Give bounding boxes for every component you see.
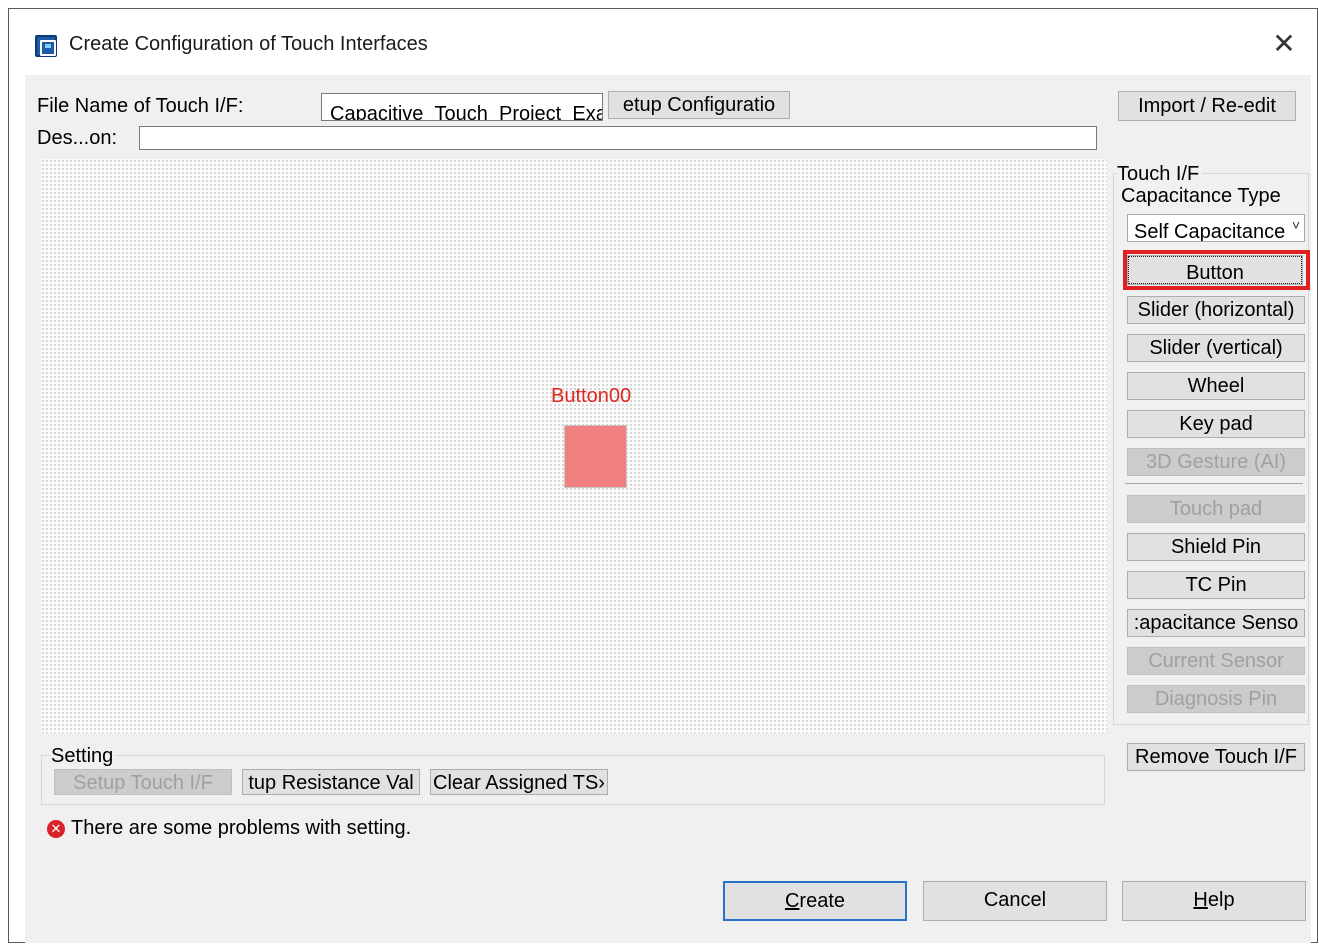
status-message: There are some problems with setting. (71, 817, 412, 839)
help-button[interactable]: Help (1122, 881, 1306, 921)
capacitance-type-label: Capacitance Type (1121, 185, 1281, 207)
add-current-sensor-button[interactable]: Current Sensor (1127, 647, 1305, 675)
file-name-input[interactable]: Capacitive_Touch_Project_Exa (321, 93, 603, 121)
capacitance-type-select[interactable]: Self Capacitance ˅ (1127, 214, 1305, 242)
clear-assigned-ts-button[interactable]: Clear Assigned TS› (430, 769, 608, 795)
description-input[interactable] (139, 126, 1097, 150)
title-bar: Create Configuration of Touch Interfaces… (9, 9, 1317, 75)
capacitance-type-value: Self Capacitance (1134, 221, 1286, 242)
chevron-down-icon: ˅ (1291, 217, 1300, 233)
description-label: Des...on: (37, 127, 118, 149)
create-button-label: reate (799, 890, 846, 912)
setup-resistance-value-button[interactable]: tup Resistance Val (242, 769, 420, 795)
add-slider-horizontal-button[interactable]: Slider (horizontal) (1127, 296, 1305, 324)
touch-layout-canvas[interactable]: Button00 (41, 159, 1107, 733)
help-button-label: elp (1207, 889, 1235, 911)
setup-touch-if-button[interactable]: Setup Touch I/F (54, 769, 232, 795)
remove-touch-if-button[interactable]: Remove Touch I/F (1127, 743, 1305, 771)
add-wheel-button[interactable]: Wheel (1127, 372, 1305, 400)
focus-rectangle (1128, 256, 1302, 284)
touch-if-group-title: Touch I/F (1117, 163, 1203, 186)
cancel-button[interactable]: Cancel (923, 881, 1107, 921)
touch-button-component[interactable] (564, 425, 627, 488)
import-re-edit-button[interactable]: Import / Re-edit (1118, 91, 1296, 121)
add-diagnosis-pin-button[interactable]: Diagnosis Pin (1127, 685, 1305, 713)
file-name-label: File Name of Touch I/F: (37, 95, 244, 117)
add-tc-pin-button[interactable]: TC Pin (1127, 571, 1305, 599)
component-label: Button00 (551, 385, 632, 407)
add-3d-gesture-button[interactable]: 3D Gesture (AI) (1127, 448, 1305, 476)
close-icon[interactable]: ✕ (1269, 29, 1299, 59)
create-button-mnemonic: C (784, 890, 800, 912)
dialog-body: File Name of Touch I/F: Capacitive_Touch… (25, 75, 1311, 943)
create-button[interactable]: Create (723, 881, 907, 921)
add-key-pad-button[interactable]: Key pad (1127, 410, 1305, 438)
setting-group-title: Setting (51, 745, 117, 768)
panel-separator (1125, 483, 1303, 484)
add-slider-vertical-button[interactable]: Slider (vertical) (1127, 334, 1305, 362)
app-icon (35, 35, 57, 57)
help-button-mnemonic: H (1193, 889, 1208, 911)
add-capacitance-sensor-button[interactable]: :apacitance Senso (1127, 609, 1305, 637)
dialog-window: Create Configuration of Touch Interfaces… (8, 8, 1318, 943)
error-icon: ✕ (47, 820, 65, 838)
setup-configuration-button[interactable]: etup Configuratio (608, 91, 790, 119)
add-touch-pad-button[interactable]: Touch pad (1127, 495, 1305, 523)
add-shield-pin-button[interactable]: Shield Pin (1127, 533, 1305, 561)
window-title: Create Configuration of Touch Interfaces (69, 33, 428, 55)
